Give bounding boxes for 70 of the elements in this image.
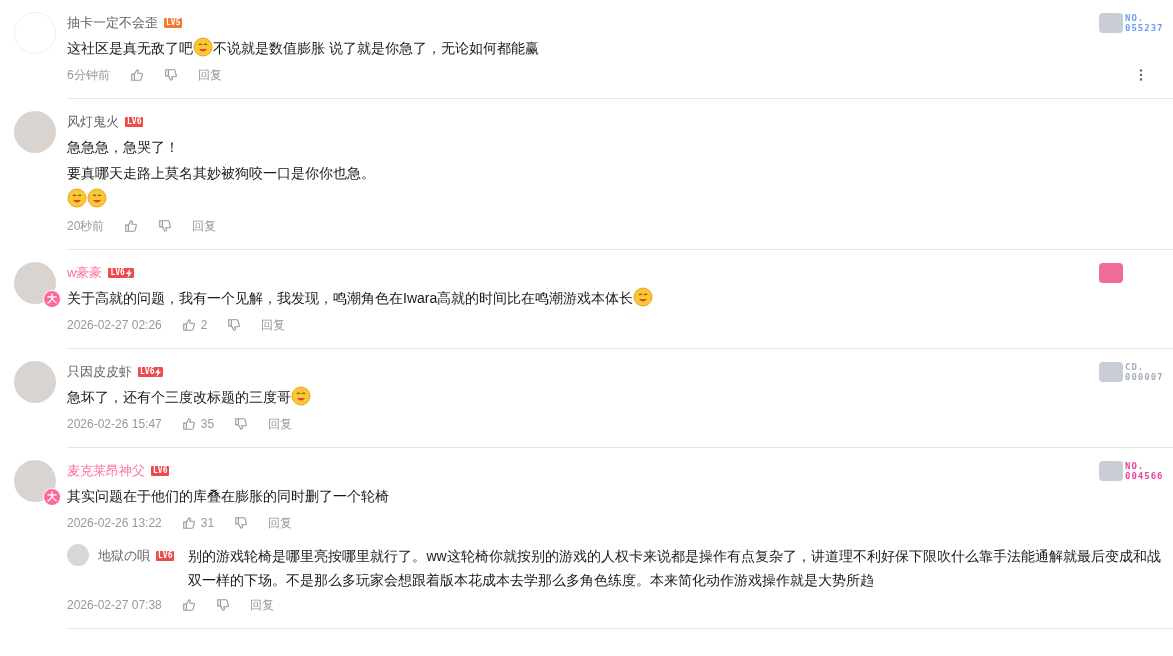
fan-badge-number: 004566 bbox=[1125, 471, 1165, 481]
fan-badge-image bbox=[1099, 13, 1123, 33]
avatar-placeholder[interactable] bbox=[14, 460, 56, 502]
level-badge: LV5 bbox=[164, 18, 183, 28]
thumbs-up-icon[interactable] bbox=[181, 318, 196, 332]
username[interactable]: 抽卡一定不会歪 bbox=[67, 14, 158, 32]
emoji-icon bbox=[291, 386, 311, 406]
thumbs-down-icon[interactable] bbox=[158, 219, 173, 233]
avatar-placeholder[interactable] bbox=[14, 111, 56, 153]
thumbs-down-icon[interactable] bbox=[227, 318, 242, 332]
fan-badge-number: NO. bbox=[1125, 13, 1146, 23]
vip-badge: 大 bbox=[43, 290, 61, 308]
level-badge: LV6 bbox=[125, 117, 144, 127]
thumbs-up-icon[interactable] bbox=[181, 598, 196, 612]
lightning-icon bbox=[155, 367, 162, 377]
like-count: 31 bbox=[200, 516, 215, 530]
lightning-icon bbox=[125, 268, 132, 278]
thumbs-up-icon[interactable] bbox=[129, 68, 144, 82]
reply-text: 别的游戏轮椅是哪里亮按哪里就行了。ww这轮椅你就按别的游戏的人权卡来说都是操作有点复杂了，讲道理不利好保下限吹什么靠手法能通解就最后变成和战双一样的下场。不是那么多玩家会想跟着版本花成本去学那么多角色练度。本来简化动作游戏操作就是大势所趋 bbox=[188, 547, 1162, 590]
comment-text: 要真哪天走路上莫名其妙被狗咬一口是你你也急。 bbox=[67, 164, 376, 183]
thumbs-down-icon[interactable] bbox=[215, 598, 230, 612]
level-badge: LV6 bbox=[156, 551, 175, 561]
level-badge: LV6 bbox=[138, 367, 164, 377]
emoji-icon bbox=[67, 188, 87, 208]
like-count: 2 bbox=[200, 318, 208, 332]
like-count: 35 bbox=[200, 417, 215, 431]
reply-button[interactable]: 回复 bbox=[261, 316, 286, 334]
reply-button[interactable]: 回复 bbox=[192, 217, 217, 235]
thumbs-down-icon[interactable] bbox=[234, 417, 249, 431]
emoji-icon bbox=[87, 188, 107, 208]
timestamp: 2026-02-26 13:22 bbox=[67, 516, 162, 530]
timestamp: 2026-02-27 07:38 bbox=[67, 598, 162, 612]
reply-button[interactable]: 回复 bbox=[249, 596, 274, 614]
avatar-placeholder[interactable] bbox=[67, 544, 89, 566]
timestamp: 2026-02-26 15:47 bbox=[67, 417, 162, 431]
fan-badge-number: 055237 bbox=[1125, 23, 1165, 33]
reply-button[interactable]: 回复 bbox=[197, 66, 222, 84]
thumbs-down-icon[interactable] bbox=[234, 516, 249, 530]
thumbs-up-icon[interactable] bbox=[181, 417, 196, 431]
comment-text: 急急急，急哭了！ bbox=[67, 138, 180, 157]
comment-text: 关于高就的问题，我有一个见解，我发现，鸣潮角色在Iwara高就的时间比在鸣潮游戏本体长 bbox=[67, 286, 1171, 310]
more-menu-icon[interactable] bbox=[1139, 69, 1143, 81]
timestamp: 20秒前 bbox=[67, 217, 105, 235]
fan-badge-number: CD. bbox=[1125, 362, 1146, 372]
comment-text: 其实问题在于他们的库叠在膨胀的同时删了一个轮椅 bbox=[67, 487, 390, 506]
thumbs-down-icon[interactable] bbox=[163, 68, 178, 82]
username[interactable]: 风灯鬼火 bbox=[67, 113, 119, 131]
username[interactable]: 地獄の唄 bbox=[98, 544, 150, 568]
emoji-icon bbox=[193, 37, 213, 57]
reply-button[interactable]: 回复 bbox=[268, 514, 293, 532]
fan-badge-image bbox=[1099, 362, 1123, 382]
username[interactable]: 只因皮皮虾 bbox=[67, 363, 132, 381]
username[interactable]: 麦克莱昂神父 bbox=[67, 462, 145, 480]
level-badge: LV6 bbox=[151, 466, 170, 476]
fan-badge-number: NO. bbox=[1125, 461, 1146, 471]
timestamp: 2026-02-27 02:26 bbox=[67, 318, 162, 332]
fan-badge-number: 000007 bbox=[1125, 372, 1165, 382]
emoji-icon bbox=[633, 287, 654, 307]
vip-badge: 大 bbox=[43, 488, 61, 506]
avatar-placeholder[interactable] bbox=[14, 262, 56, 304]
avatar-placeholder[interactable] bbox=[14, 361, 56, 403]
thumbs-up-icon[interactable] bbox=[124, 219, 139, 233]
thumbs-up-icon[interactable] bbox=[181, 516, 196, 530]
fan-badge-image bbox=[1099, 461, 1123, 481]
reply-button[interactable]: 回复 bbox=[268, 415, 293, 433]
level-badge: LV6 bbox=[108, 268, 134, 278]
comment-text: 这社区是真无敌了吧 不说就是数值膨胀 说了就是你急了，无论如何都能赢 bbox=[67, 36, 1171, 60]
username[interactable]: w豪豪 bbox=[67, 264, 103, 282]
timestamp: 6分钟前 bbox=[67, 66, 110, 84]
comment-text: 急坏了，还有个三度改标题的三度哥 bbox=[67, 385, 1171, 409]
